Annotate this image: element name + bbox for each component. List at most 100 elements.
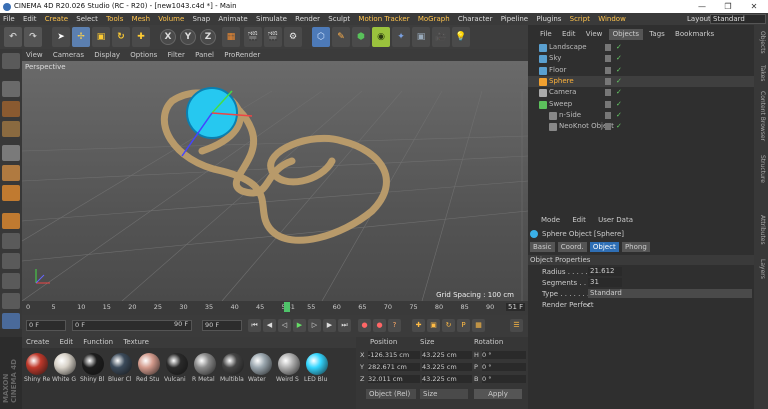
minimize-button[interactable]: — xyxy=(690,0,714,13)
object-menu-view[interactable]: View xyxy=(582,29,607,40)
rotate-tool-icon[interactable]: ↻ xyxy=(112,27,130,47)
object-row[interactable]: Sphere ✓ xyxy=(528,75,754,87)
enabled-check-icon[interactable]: ✓ xyxy=(616,87,622,98)
viewport-menu-panel[interactable]: Panel xyxy=(191,49,218,61)
visibility-dots-icon[interactable] xyxy=(605,89,611,97)
current-frame-marker[interactable] xyxy=(283,302,290,312)
floor-environment-icon[interactable]: ▣ xyxy=(412,27,430,47)
menu-motion-tracker[interactable]: Motion Tracker xyxy=(355,13,412,25)
pen-spline-icon[interactable]: ✎ xyxy=(332,27,350,47)
object-name[interactable]: Camera xyxy=(549,87,576,98)
axis-mode-icon[interactable] xyxy=(2,213,20,229)
menu-snap[interactable]: Snap xyxy=(190,13,214,25)
points-mode-icon[interactable] xyxy=(2,145,20,161)
viewport-perspective[interactable]: Perspective Grid Spacing : 100 cm xyxy=(22,61,528,301)
object-name[interactable]: Floor xyxy=(549,65,566,76)
visibility-dots-icon[interactable] xyxy=(605,111,611,119)
coordinate-system-icon[interactable]: ▦ xyxy=(222,27,240,47)
size-z-field[interactable]: 43.225 cm xyxy=(422,375,472,383)
restore-button[interactable]: ❐ xyxy=(716,0,740,13)
viewport-menu-cameras[interactable]: Cameras xyxy=(49,49,88,61)
enabled-check-icon[interactable]: ✓ xyxy=(616,76,622,87)
key-rotation-icon[interactable]: ↻ xyxy=(442,319,455,332)
key-position-icon[interactable]: ✚ xyxy=(412,319,425,332)
menu-mograph[interactable]: MoGraph xyxy=(415,13,453,25)
size-y-field[interactable]: 43.225 cm xyxy=(422,363,472,371)
menu-plugins[interactable]: Plugins xyxy=(533,13,564,25)
scale-tool-icon[interactable]: ▣ xyxy=(92,27,110,47)
light-object-icon[interactable]: 💡 xyxy=(452,27,470,47)
timeline[interactable]: 05101520253035404550515560657075808590 5… xyxy=(22,301,528,315)
record-keys-icon[interactable]: ● xyxy=(358,319,371,332)
z-axis-lock-button[interactable]: Z xyxy=(200,29,216,45)
menu-file[interactable]: File xyxy=(0,13,18,25)
render-perfect-checkbox[interactable]: ✓ xyxy=(586,300,592,310)
side-tab-layers[interactable]: Layers xyxy=(756,259,766,279)
viewport-menu-options[interactable]: Options xyxy=(126,49,161,61)
material-swatch[interactable]: White G xyxy=(52,351,78,393)
current-frame-field[interactable]: 51 F xyxy=(506,303,526,311)
object-name[interactable]: Sky xyxy=(549,53,561,64)
material-swatch[interactable]: Bluer Cl xyxy=(108,351,134,393)
render-view-icon[interactable]: 🎬 xyxy=(244,27,262,47)
close-button[interactable]: ✕ xyxy=(742,0,766,13)
menu-edit[interactable]: Edit xyxy=(20,13,40,25)
object-row[interactable]: Sky ✓ xyxy=(528,53,754,64)
attr-menu-mode[interactable]: Mode xyxy=(536,215,565,226)
move-tool-icon[interactable]: ✢ xyxy=(72,27,90,47)
start-frame-field[interactable]: 0 F xyxy=(26,320,66,331)
material-menu-edit[interactable]: Edit xyxy=(56,337,78,348)
tab-coord[interactable]: Coord. xyxy=(557,242,587,252)
type-select[interactable]: Standard xyxy=(588,289,752,298)
menu-tools[interactable]: Tools xyxy=(103,13,126,25)
attr-menu-edit[interactable]: Edit xyxy=(567,215,591,226)
menu-window[interactable]: Window xyxy=(595,13,629,25)
cube-primitive-icon[interactable]: ⬡ xyxy=(312,27,330,47)
position-y-field[interactable]: 282.671 cm xyxy=(368,363,420,371)
menu-simulate[interactable]: Simulate xyxy=(253,13,290,25)
render-settings-icon[interactable]: ⚙ xyxy=(284,27,302,47)
model-mode-icon[interactable] xyxy=(2,81,20,97)
go-to-end-icon[interactable]: ⏭ xyxy=(338,319,351,332)
undo-icon[interactable]: ↶ xyxy=(4,27,22,47)
material-swatch[interactable]: Shiny Re xyxy=(24,351,50,393)
object-row[interactable]: Camera ✓ xyxy=(528,87,754,98)
object-name[interactable]: Landscape xyxy=(549,42,587,53)
enabled-check-icon[interactable]: ✓ xyxy=(616,42,622,53)
tab-object[interactable]: Object xyxy=(589,242,619,252)
menu-mesh[interactable]: Mesh xyxy=(129,13,153,25)
position-x-field[interactable]: -126.315 cm xyxy=(368,351,420,359)
material-menu-create[interactable]: Create xyxy=(22,337,53,348)
side-tab-content-browser[interactable]: Content Browser xyxy=(756,91,766,141)
key-scale-icon[interactable]: ▣ xyxy=(427,319,440,332)
viewport-scene[interactable] xyxy=(22,61,528,301)
enabled-check-icon[interactable]: ✓ xyxy=(616,99,622,110)
key-pla-icon[interactable]: ▦ xyxy=(472,319,485,332)
previous-frame-icon[interactable]: ◁ xyxy=(278,319,291,332)
material-swatch[interactable]: Water xyxy=(248,351,274,393)
menu-sculpt[interactable]: Sculpt xyxy=(325,13,353,25)
coordinate-mode-select[interactable]: Object (Rel) xyxy=(366,389,416,399)
go-to-start-icon[interactable]: ⏮ xyxy=(248,319,261,332)
object-row[interactable]: Landscape ✓ xyxy=(528,42,754,53)
material-swatch[interactable]: Red Stu xyxy=(136,351,162,393)
workplane-lock-icon[interactable] xyxy=(2,293,20,309)
y-axis-lock-button[interactable]: Y xyxy=(180,29,196,45)
apply-button[interactable]: Apply xyxy=(474,389,522,399)
material-swatch[interactable]: LED Blu xyxy=(304,351,330,393)
edges-mode-icon[interactable] xyxy=(2,165,20,181)
object-menu-file[interactable]: File xyxy=(536,29,556,40)
autokey-icon[interactable]: ● xyxy=(373,319,386,332)
object-menu-edit[interactable]: Edit xyxy=(558,29,580,40)
timeline-menu-icon[interactable]: ☰ xyxy=(510,319,523,332)
menu-create[interactable]: Create xyxy=(42,13,71,25)
menu-script[interactable]: Script xyxy=(567,13,593,25)
object-menu-objects[interactable]: Objects xyxy=(608,29,644,40)
material-menu-function[interactable]: Function xyxy=(79,337,117,348)
solo-mode-icon[interactable] xyxy=(2,253,20,269)
next-frame-icon[interactable]: ▷ xyxy=(308,319,321,332)
visibility-dots-icon[interactable] xyxy=(605,55,611,63)
object-row[interactable]: n-Side ✓ xyxy=(528,110,754,121)
texture-mode-icon[interactable] xyxy=(2,101,20,117)
menu-animate[interactable]: Animate xyxy=(215,13,250,25)
